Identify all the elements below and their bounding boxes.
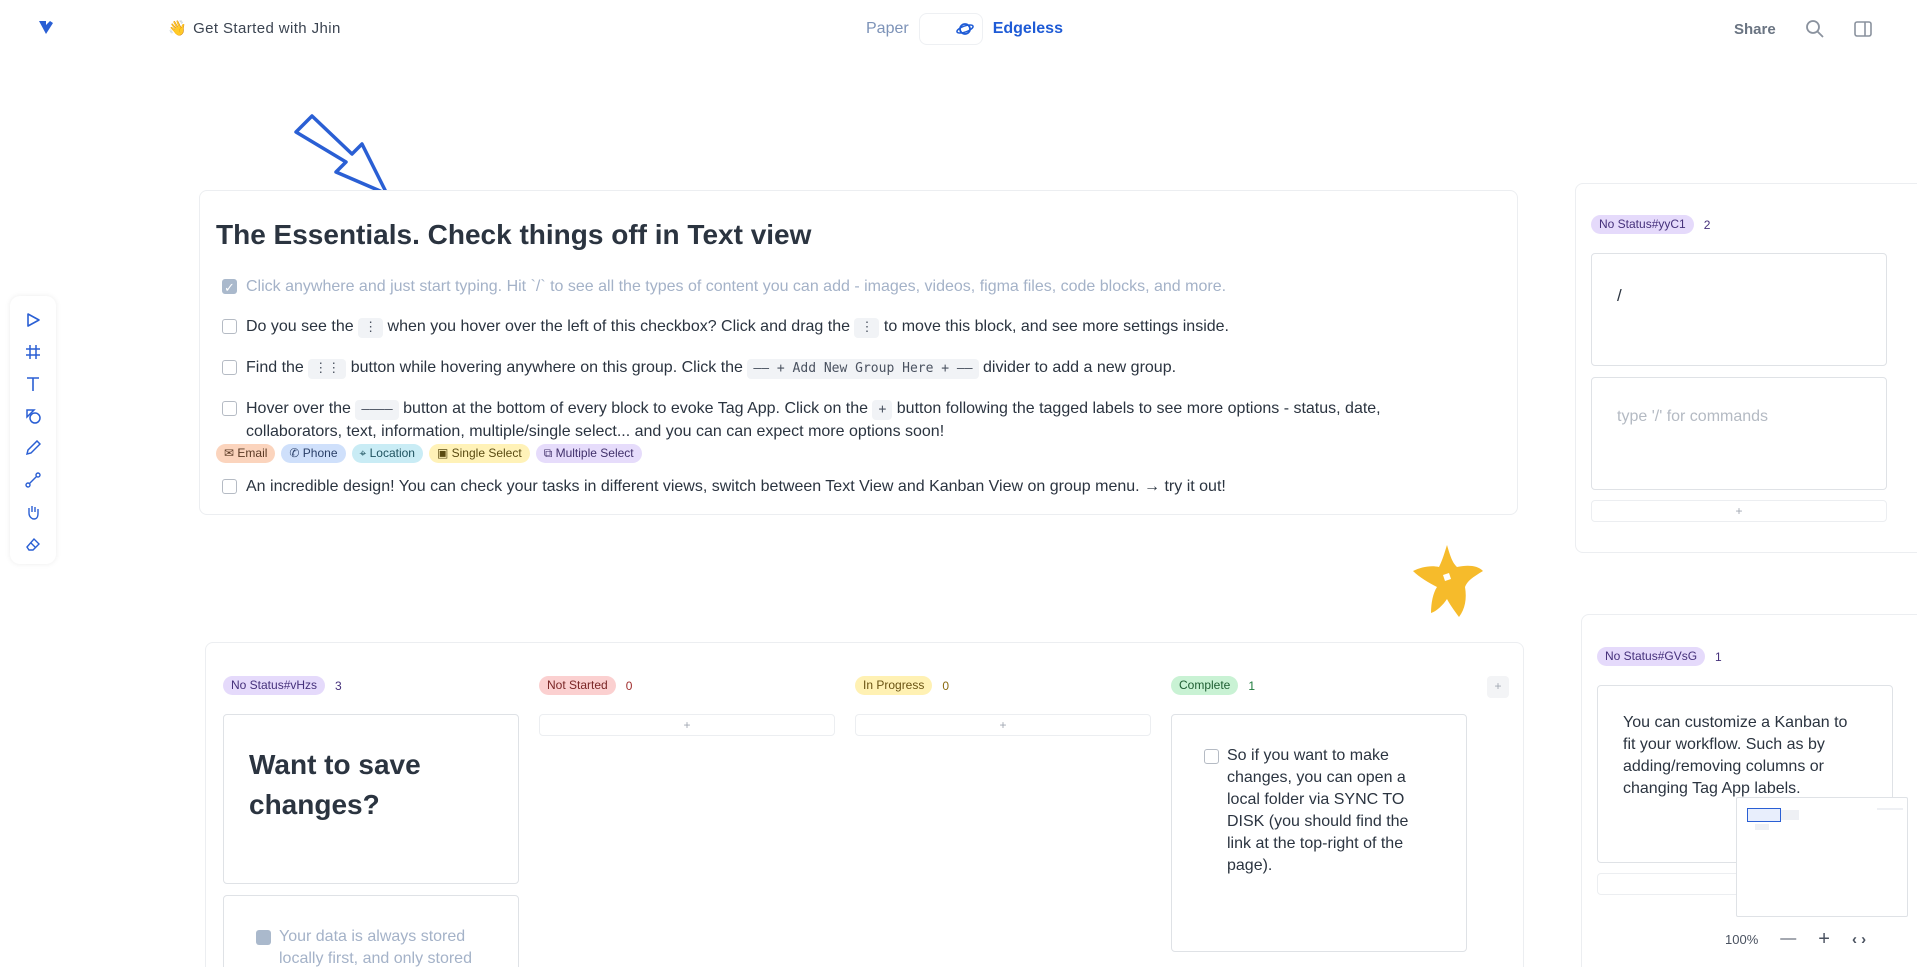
tag-phone[interactable]: ✆ Phone xyxy=(281,444,346,463)
select-icon[interactable] xyxy=(23,310,43,330)
task-text: An incredible design! You can check your… xyxy=(246,478,1226,495)
kanban-board[interactable]: No Status#vHzs 3 Not Started 0 In Progre… xyxy=(205,642,1524,967)
drag-handle-chip: ⋮ xyxy=(358,318,384,338)
tag-location[interactable]: ⌖ Location xyxy=(351,444,423,463)
task-checkbox[interactable] xyxy=(222,319,237,334)
edgeless-mode-button[interactable]: Edgeless xyxy=(993,20,1063,38)
share-button[interactable]: Share xyxy=(1734,21,1776,38)
tag-multiple-select[interactable]: ⧉ Multiple Select xyxy=(535,444,642,463)
connector-icon[interactable] xyxy=(23,470,43,490)
essentials-note[interactable]: The Essentials. Check things off in Text… xyxy=(199,190,1518,515)
add-card-button[interactable]: + xyxy=(539,714,835,736)
paper-mode-button[interactable]: Paper xyxy=(866,20,909,38)
card-text: So if you want to make changes, you can … xyxy=(1227,747,1409,874)
task-text: Hover over the ———— button at the bottom… xyxy=(246,397,1381,420)
column-header: No Status#yyC1 2 xyxy=(1591,215,1710,234)
mode-toggle[interactable] xyxy=(918,13,983,45)
card-text: You can customize a Kanban to fit your w… xyxy=(1623,714,1848,797)
add-card-button[interactable]: + xyxy=(855,714,1151,736)
task-checkbox[interactable] xyxy=(222,276,237,299)
kanban-card[interactable]: type '/' for commands xyxy=(1591,377,1887,490)
top-bar: 👋 Get Started with Jhin Paper Edgeless S… xyxy=(0,0,1917,58)
add-column-button[interactable]: + xyxy=(1487,676,1509,698)
document-title[interactable]: 👋 Get Started with Jhin xyxy=(168,19,341,38)
zoom-in-button[interactable]: + xyxy=(1818,928,1830,951)
column-count: 2 xyxy=(1703,217,1711,232)
status-badge[interactable]: No Status#GVsG xyxy=(1597,647,1706,666)
fit-view-button[interactable]: ‹ › xyxy=(1852,931,1866,948)
mode-switch: Paper Edgeless xyxy=(866,13,1063,45)
plus-chip: + xyxy=(872,400,893,420)
column-count: 1 xyxy=(1248,678,1256,693)
kanban-card[interactable]: Want to save changes? xyxy=(223,714,519,884)
kanban-card[interactable]: Your data is always stored locally first… xyxy=(223,895,519,967)
zoom-out-button[interactable]: — xyxy=(1780,930,1796,948)
tag-single-select[interactable]: ▣ Single Select xyxy=(428,444,530,463)
column-header: In Progress 0 xyxy=(855,676,949,695)
tag-bar-chip: ———— xyxy=(355,400,399,420)
card-checkbox[interactable] xyxy=(1204,749,1219,764)
pen-icon[interactable] xyxy=(23,438,43,458)
task-text: Find the ⋮⋮ button while hovering anywhe… xyxy=(246,356,1176,379)
edgeless-icon xyxy=(955,23,974,35)
status-badge[interactable]: In Progress xyxy=(855,676,933,695)
column-header: No Status#vHzs 3 xyxy=(223,676,342,695)
shape-icon[interactable] xyxy=(23,406,43,426)
card-checkbox[interactable] xyxy=(256,930,271,945)
essentials-title: The Essentials. Check things off in Text… xyxy=(216,219,812,250)
task-checkbox[interactable] xyxy=(222,401,237,416)
minimap-block xyxy=(1877,808,1903,810)
task-checkbox[interactable] xyxy=(222,479,237,494)
status-badge[interactable]: Complete xyxy=(1171,676,1239,695)
minimap-block xyxy=(1755,824,1769,830)
eraser-icon[interactable] xyxy=(23,534,43,554)
minimap-block xyxy=(1781,810,1799,820)
search-icon[interactable] xyxy=(1805,19,1825,44)
kanban-card[interactable]: So if you want to make changes, you can … xyxy=(1171,714,1467,952)
card-text: / xyxy=(1617,286,1622,305)
kanban-card[interactable]: / xyxy=(1591,253,1887,366)
card-placeholder: type '/' for commands xyxy=(1617,408,1769,425)
edgeless-toolbar xyxy=(10,296,56,564)
star-icon[interactable] xyxy=(1407,541,1487,621)
column-count: 0 xyxy=(625,678,633,693)
arrow-icon[interactable] xyxy=(290,110,390,200)
status-badge[interactable]: No Status#vHzs xyxy=(223,676,326,695)
hand-icon[interactable] xyxy=(23,502,43,522)
card-heading: Want to save changes? xyxy=(249,749,421,820)
status-badge[interactable]: No Status#yyC1 xyxy=(1591,215,1694,234)
frame-icon[interactable] xyxy=(23,342,43,362)
task-text: Click anywhere and just start typing. Hi… xyxy=(246,278,1227,295)
zoom-level[interactable]: 100% xyxy=(1725,932,1758,947)
sidebar-toggle-icon[interactable] xyxy=(1853,19,1873,44)
column-count: 0 xyxy=(942,678,950,693)
task-text-line2: collaborators, text, information, multip… xyxy=(246,423,945,440)
tag-list: ✉ Email ✆ Phone ⌖ Location ▣ Single Sele… xyxy=(216,444,642,463)
group-handle-chip: ⋮⋮ xyxy=(308,359,347,379)
column-header: Complete 1 xyxy=(1171,676,1255,695)
add-group-chip: —— + Add New Group Here + —— xyxy=(747,359,979,379)
card-text: Your data is always stored locally first… xyxy=(279,928,472,967)
document-title-text: Get Started with Jhin xyxy=(193,19,341,37)
status-badge[interactable]: Not Started xyxy=(539,676,616,695)
tag-email[interactable]: ✉ Email xyxy=(216,444,276,463)
add-card-button[interactable]: + xyxy=(1591,500,1887,522)
column-count: 1 xyxy=(1715,649,1722,664)
task-checkbox[interactable] xyxy=(222,360,237,375)
minimap-viewport[interactable] xyxy=(1747,808,1781,822)
column-header: Not Started 0 xyxy=(539,676,632,695)
column-count: 3 xyxy=(335,678,342,693)
minimap[interactable] xyxy=(1736,797,1908,917)
wave-emoji: 👋 xyxy=(168,20,188,37)
text-icon[interactable] xyxy=(23,374,43,394)
column-header: No Status#GVsG 1 xyxy=(1597,647,1722,666)
kanban-note-right-1[interactable]: No Status#yyC1 2 / type '/' for commands… xyxy=(1575,183,1917,553)
logo-icon[interactable] xyxy=(36,17,56,37)
drag-handle-chip: ⋮ xyxy=(854,318,880,338)
zoom-controls: 100% — + ‹ › xyxy=(1725,925,1866,953)
task-text: Do you see the ⋮ when you hover over the… xyxy=(246,315,1229,338)
